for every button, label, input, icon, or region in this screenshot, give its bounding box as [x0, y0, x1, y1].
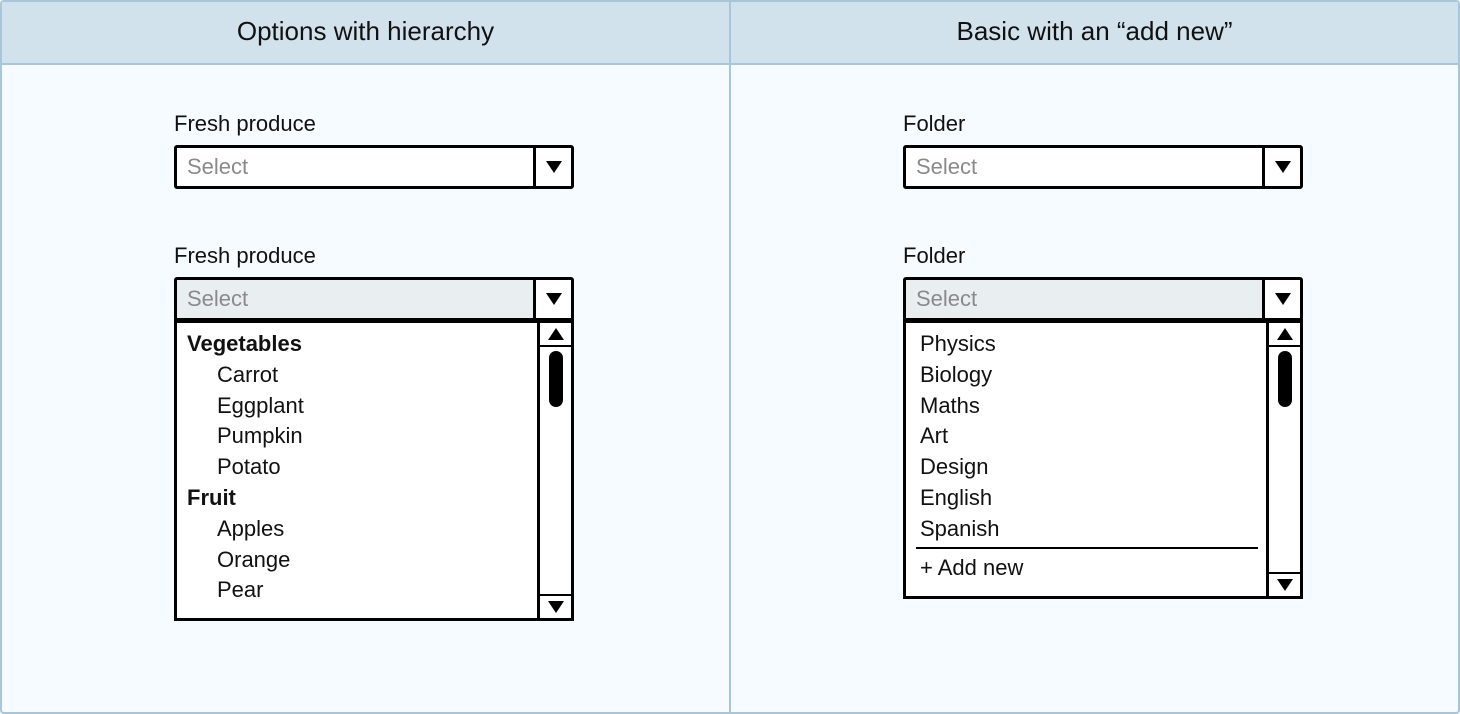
scroll-up-icon[interactable] [540, 323, 571, 347]
dropdown-produce: Vegetables Carrot Eggplant Pumpkin Potat… [174, 319, 574, 621]
scroll-thumb[interactable] [1278, 351, 1292, 407]
option-carrot[interactable]: Carrot [187, 360, 529, 391]
column-header-right: Basic with an “add new” [731, 2, 1458, 65]
chevron-down-icon[interactable] [1262, 148, 1300, 186]
select-folder-open[interactable]: Select [903, 277, 1303, 321]
chevron-down-icon[interactable] [533, 148, 571, 186]
select-placeholder: Select [906, 148, 1262, 186]
option-physics[interactable]: Physics [916, 329, 1258, 360]
chevron-down-icon[interactable] [533, 280, 571, 318]
option-spanish[interactable]: Spanish [916, 514, 1258, 545]
option-pear[interactable]: Pear [187, 575, 529, 606]
scrollbar[interactable] [1266, 323, 1300, 596]
field-label-folder-open: Folder [903, 243, 1458, 269]
option-add-new[interactable]: + Add new [916, 547, 1258, 586]
select-produce-open[interactable]: Select [174, 277, 574, 321]
field-label-produce-closed: Fresh produce [174, 111, 729, 137]
option-eggplant[interactable]: Eggplant [187, 391, 529, 422]
option-biology[interactable]: Biology [916, 360, 1258, 391]
column-add-new: Basic with an “add new” Folder Select Fo… [729, 2, 1458, 712]
option-potato[interactable]: Potato [187, 452, 529, 483]
field-label-folder-closed: Folder [903, 111, 1458, 137]
option-group-vegetables: Vegetables [187, 329, 529, 360]
column-hierarchy: Options with hierarchy Fresh produce Sel… [2, 2, 729, 712]
scroll-thumb[interactable] [549, 351, 563, 407]
dropdown-list-produce: Vegetables Carrot Eggplant Pumpkin Potat… [177, 323, 537, 618]
scrollbar[interactable] [537, 323, 571, 618]
option-english[interactable]: English [916, 483, 1258, 514]
option-group-fruit: Fruit [187, 483, 529, 514]
field-label-produce-open: Fresh produce [174, 243, 729, 269]
select-placeholder: Select [906, 280, 1262, 318]
option-orange[interactable]: Orange [187, 545, 529, 576]
layout-two-column: Options with hierarchy Fresh produce Sel… [0, 0, 1460, 714]
select-placeholder: Select [177, 148, 533, 186]
option-maths[interactable]: Maths [916, 391, 1258, 422]
dropdown-list-folder: Physics Biology Maths Art Design English… [906, 323, 1266, 596]
option-apples[interactable]: Apples [187, 514, 529, 545]
select-produce-closed[interactable]: Select [174, 145, 574, 189]
scroll-down-icon[interactable] [540, 594, 571, 618]
select-folder-closed[interactable]: Select [903, 145, 1303, 189]
dropdown-folder: Physics Biology Maths Art Design English… [903, 319, 1303, 599]
scroll-up-icon[interactable] [1269, 323, 1300, 347]
option-pumpkin[interactable]: Pumpkin [187, 421, 529, 452]
option-design[interactable]: Design [916, 452, 1258, 483]
chevron-down-icon[interactable] [1262, 280, 1300, 318]
column-header-left: Options with hierarchy [2, 2, 729, 65]
option-art[interactable]: Art [916, 421, 1258, 452]
scroll-down-icon[interactable] [1269, 572, 1300, 596]
column-content-right: Folder Select Folder Select Physics Biol… [731, 65, 1458, 599]
select-placeholder: Select [177, 280, 533, 318]
column-content-left: Fresh produce Select Fresh produce Selec… [2, 65, 729, 621]
